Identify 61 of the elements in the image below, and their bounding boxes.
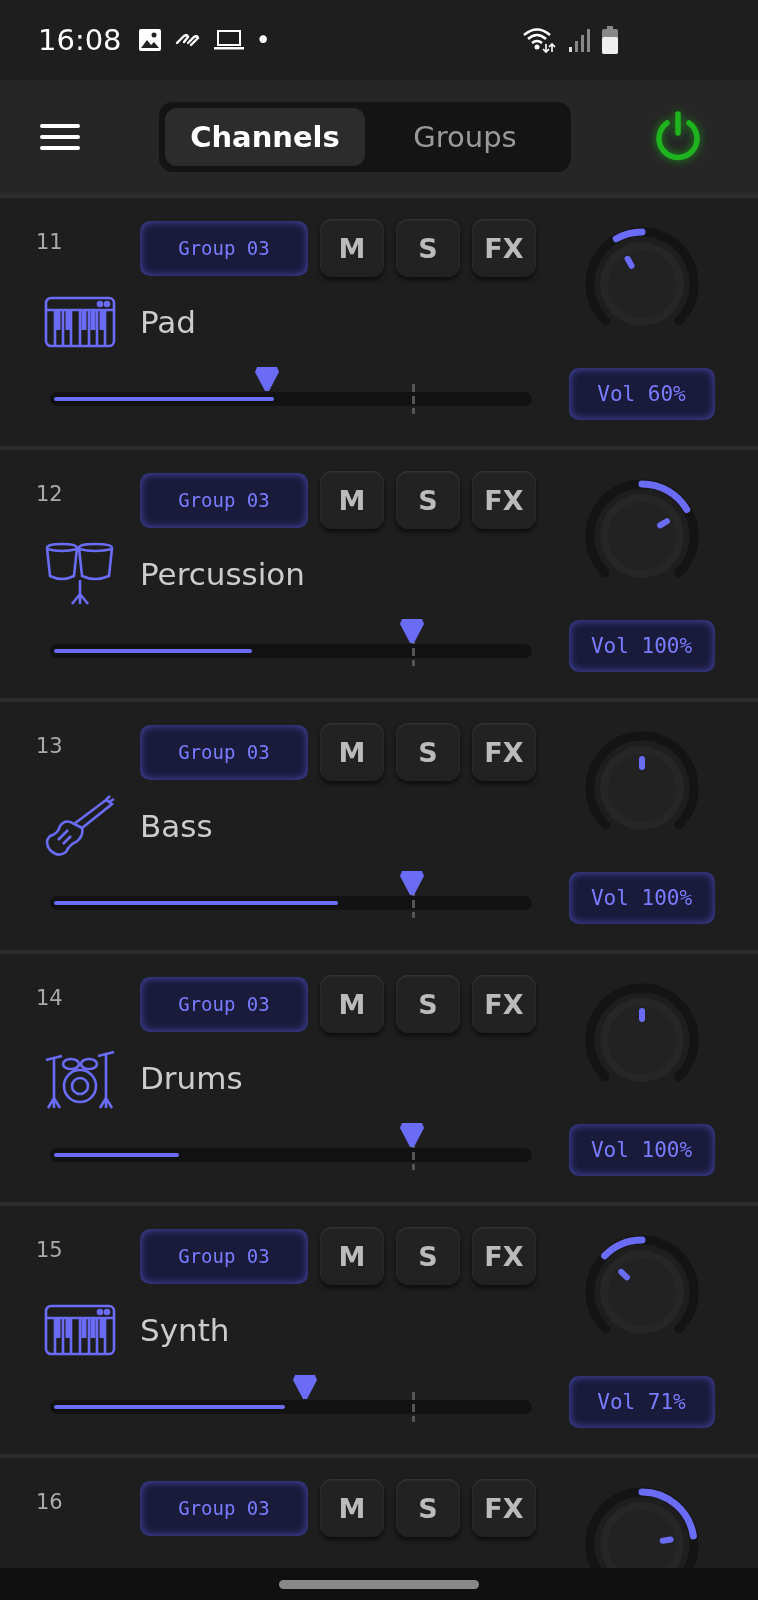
channel-button[interactable]: FX [472, 471, 536, 529]
bass-guitar-icon [44, 794, 116, 858]
image-icon [137, 28, 162, 52]
volume-readout: Vol 71% [568, 1376, 715, 1428]
volume-readout: Vol 100% [568, 1124, 715, 1176]
laptop-icon [213, 29, 244, 51]
channel-number: 15 [36, 1238, 64, 1262]
channel-button[interactable]: S [396, 723, 460, 781]
channel-button[interactable]: S [396, 1227, 460, 1285]
volume-fader[interactable] [50, 1122, 532, 1172]
channel-name: Percussion [140, 556, 305, 592]
channel-number: 14 [36, 986, 64, 1010]
home-indicator[interactable] [279, 1579, 479, 1589]
group-button[interactable]: Group 03 [140, 1228, 308, 1284]
volume-readout: Vol 60% [568, 368, 715, 420]
channel-button[interactable]: M [320, 471, 384, 529]
channel-name: Synth [140, 1312, 230, 1348]
channel-button[interactable]: S [396, 1479, 460, 1537]
signal-icon [568, 27, 590, 53]
group-button[interactable]: Group 03 [140, 472, 308, 528]
keyboard-icon [44, 1304, 116, 1356]
channel-button[interactable]: M [320, 1227, 384, 1285]
link-icon [173, 32, 202, 48]
volume-readout: Vol 100% [568, 872, 715, 924]
channel-button[interactable]: S [396, 975, 460, 1033]
notification-dot: • [255, 25, 271, 55]
group-button[interactable]: Group 03 [140, 220, 308, 276]
channel-button[interactable]: S [396, 471, 460, 529]
tab[interactable]: Groups [365, 108, 565, 166]
battery-icon [602, 26, 618, 54]
channel-number: 16 [36, 1490, 64, 1514]
channel-button[interactable]: S [396, 219, 460, 277]
channel-name: Pad [140, 304, 196, 340]
channel-button[interactable]: M [320, 1479, 384, 1537]
channel-button[interactable]: M [320, 219, 384, 277]
channel-button[interactable]: M [320, 975, 384, 1033]
volume-fader[interactable] [50, 366, 532, 416]
channel-button[interactable]: FX [472, 1479, 536, 1537]
channel-name: Bass [140, 808, 213, 844]
channel-button[interactable]: M [320, 723, 384, 781]
channel-number: 12 [36, 482, 64, 506]
channel-button[interactable]: FX [472, 219, 536, 277]
menu-button[interactable] [40, 122, 80, 152]
volume-readout: Vol 100% [568, 620, 715, 672]
status-time: 16:08 [38, 23, 122, 57]
channel-name: Drums [140, 1060, 243, 1096]
volume-fader[interactable] [50, 870, 532, 920]
volume-fader[interactable] [50, 1374, 532, 1424]
volume-fader[interactable] [50, 618, 532, 668]
group-button[interactable]: Group 03 [140, 1480, 308, 1536]
channel-number: 11 [36, 230, 64, 254]
channel-number: 13 [36, 734, 64, 758]
conga-drums-icon [44, 542, 116, 606]
channel-button[interactable]: FX [472, 1227, 536, 1285]
keyboard-icon [44, 296, 116, 348]
channel-button[interactable]: FX [472, 975, 536, 1033]
tab[interactable]: Channels [165, 108, 365, 166]
group-button[interactable]: Group 03 [140, 976, 308, 1032]
channel-button[interactable]: FX [472, 723, 536, 781]
wifi-icon [522, 26, 556, 54]
group-button[interactable]: Group 03 [140, 724, 308, 780]
